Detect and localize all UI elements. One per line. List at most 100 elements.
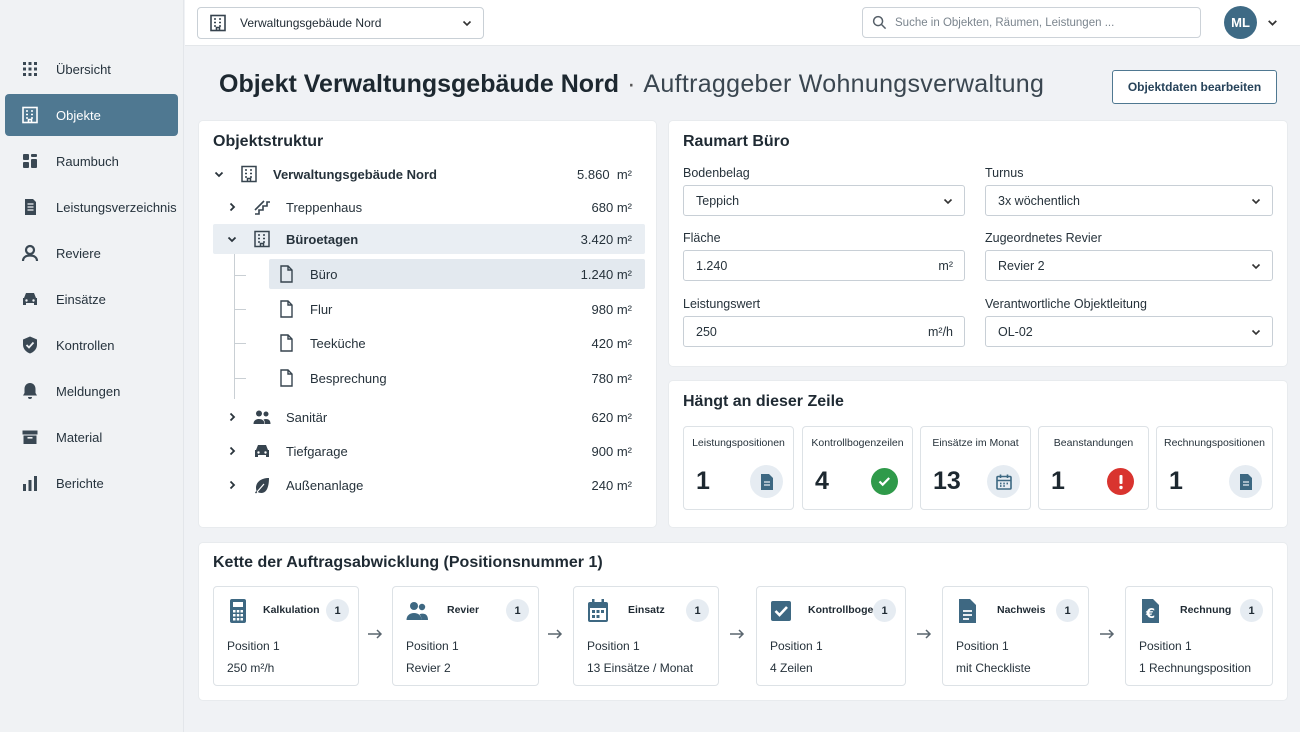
tree-row-label: Büro xyxy=(310,266,338,282)
object-select-value: Verwaltungsgebäude Nord xyxy=(240,16,382,30)
stairs-icon xyxy=(254,200,270,215)
tree-row[interactable]: Außenanlage 240 m² xyxy=(226,470,645,500)
stat-card[interactable]: Leistungspositionen 1 xyxy=(683,426,794,510)
search-input[interactable]: Suche in Objekten, Räumen, Leistungen ..… xyxy=(862,7,1201,38)
stat-card[interactable]: Beanstandungen 1 xyxy=(1038,426,1149,510)
chain-step[interactable]: Revier 1 Position 1 Revier 2 xyxy=(392,586,539,686)
people-icon xyxy=(406,602,428,620)
page-title-client: Auftraggeber Wohnungsverwaltung xyxy=(643,70,1045,98)
chain-step-name: Kalkulation xyxy=(263,604,320,616)
tree-row-label: Teeküche xyxy=(310,335,366,351)
page-title-name: Verwaltungsgebäude Nord xyxy=(303,70,620,98)
chain-step[interactable]: Kalkulation 1 Position 1 250 m²/h xyxy=(213,586,359,686)
document-icon xyxy=(280,369,293,387)
floor-value: Teppich xyxy=(696,193,740,208)
document-icon xyxy=(280,265,293,283)
sidebar-item-material[interactable]: Material xyxy=(5,416,178,458)
manager-value: OL-02 xyxy=(998,324,1033,339)
arrow-right-icon xyxy=(1100,629,1115,639)
sidebar-item-leistungsverzeichnis[interactable]: Leistungsverzeichnis xyxy=(5,186,178,228)
tree-guide-line xyxy=(234,343,246,344)
building-icon xyxy=(210,14,226,32)
chain-step[interactable]: Nachweis 1 Position 1 mit Checkliste xyxy=(942,586,1089,686)
calendar-icon xyxy=(588,599,608,622)
page-title: Objekt Verwaltungsgebäude Nord · Auftragge… xyxy=(219,70,1044,99)
chevron-right-icon[interactable] xyxy=(226,445,238,457)
person-icon xyxy=(21,244,39,262)
chain-step[interactable]: € Rechnung 1 Position 1 1 Rechnungsposit… xyxy=(1125,586,1273,686)
chain-step[interactable]: Einsatz 1 Position 1 13 Einsätze / Monat xyxy=(573,586,719,686)
chain-step[interactable]: Kontrollbogen 1 Position 1 4 Zeilen xyxy=(756,586,906,686)
sidebar-item-kontrollen[interactable]: Kontrollen xyxy=(5,324,178,366)
chain-step-name: Rechnung xyxy=(1180,604,1232,616)
chevron-down-icon xyxy=(943,198,953,205)
document-icon xyxy=(1229,465,1262,498)
tree-row-area: 5.860 m² xyxy=(577,166,632,182)
people-icon xyxy=(253,410,271,424)
checklist-icon xyxy=(25,199,36,215)
object-select[interactable]: Verwaltungsgebäude Nord xyxy=(197,7,484,39)
euro-document-icon: € xyxy=(1142,599,1159,623)
tree-row-area: 3.420 m² xyxy=(580,231,632,247)
tree-row-area: 620 m² xyxy=(591,409,633,425)
chevron-right-icon[interactable] xyxy=(226,201,238,213)
sidebar-item-label: Einsätze xyxy=(56,291,106,307)
tree-row-area: 240 m² xyxy=(591,477,633,493)
stat-label: Kontrollbogenzeilen xyxy=(811,437,904,449)
tree-row[interactable]: Büroetagen 3.420 m² xyxy=(213,224,645,254)
area-input[interactable]: 1.240 m² xyxy=(683,250,965,281)
district-label: Zugeordnetes Revier xyxy=(985,231,1102,245)
cycle-select[interactable]: 3x wöchentlich xyxy=(985,185,1273,216)
tree-row[interactable]: Sanitär 620 m² xyxy=(226,402,645,432)
tree-row-label: Sanitär xyxy=(286,409,328,425)
tree-row[interactable]: Besprechung 780 m² xyxy=(269,363,645,393)
chain-step-position: Position 1 xyxy=(770,639,823,653)
district-select[interactable]: Revier 2 xyxy=(985,250,1273,281)
sidebar-item-meldungen[interactable]: Meldungen xyxy=(5,370,178,412)
tree-row[interactable]: Teeküche 420 m² xyxy=(269,328,645,358)
page-title-prefix: Objekt xyxy=(219,70,297,98)
area-label: Fläche xyxy=(683,231,721,245)
chevron-down-icon[interactable] xyxy=(1266,16,1279,29)
floor-select[interactable]: Teppich xyxy=(683,185,965,216)
stat-card[interactable]: Kontrollbogenzeilen 4 xyxy=(802,426,913,510)
topbar: Verwaltungsgebäude Nord Suche in Objekte… xyxy=(185,0,1300,46)
tree-row[interactable]: Flur 980 m² xyxy=(269,294,645,324)
sidebar-item-raumbuch[interactable]: Raumbuch xyxy=(5,140,178,182)
chain-step-detail: 4 Zeilen xyxy=(770,661,813,675)
chain-step-detail: 1 Rechnungsposition xyxy=(1139,661,1252,675)
rate-input[interactable]: 250 m²/h xyxy=(683,316,965,347)
chain-step-count: 1 xyxy=(1240,599,1263,622)
chevron-down-icon[interactable] xyxy=(226,233,238,245)
chevron-down-icon[interactable] xyxy=(213,168,225,180)
sidebar-item-berichte[interactable]: Berichte xyxy=(5,462,178,504)
sidebar-item-uebersicht[interactable]: Übersicht xyxy=(5,48,178,90)
tree-row[interactable]: Büro 1.240 m² xyxy=(269,259,645,289)
search-placeholder: Suche in Objekten, Räumen, Leistungen ..… xyxy=(895,16,1115,29)
edit-object-button[interactable]: Objektdaten bearbeiten xyxy=(1112,70,1277,104)
stat-value: 1 xyxy=(1169,467,1183,495)
tree-row-area: 900 m² xyxy=(591,443,633,459)
sidebar-item-objekte[interactable]: Objekte xyxy=(5,94,178,136)
chain-step-count: 1 xyxy=(326,599,349,622)
checkbox-icon xyxy=(771,601,791,621)
sidebar-item-reviere[interactable]: Reviere xyxy=(5,232,178,274)
chevron-right-icon[interactable] xyxy=(226,479,238,491)
avatar[interactable]: ML xyxy=(1224,6,1257,39)
sidebar-item-einsaetze[interactable]: Einsätze xyxy=(5,278,178,320)
tree-row[interactable]: Tiefgarage 900 m² xyxy=(226,436,645,466)
bar-chart-icon xyxy=(23,476,37,491)
stat-card[interactable]: Rechnungspositionen 1 xyxy=(1156,426,1273,510)
chain-step-name: Nachweis xyxy=(997,604,1046,616)
calendar-icon xyxy=(987,465,1020,498)
tree-row[interactable]: Treppenhaus 680 m² xyxy=(226,192,645,222)
cycle-label: Turnus xyxy=(985,166,1024,180)
stat-card[interactable]: Einsätze im Monat 13 xyxy=(920,426,1031,510)
box-icon xyxy=(22,430,38,444)
stat-value: 1 xyxy=(1051,467,1065,495)
tree-row[interactable]: Verwaltungsgebäude Nord 5.860 m² xyxy=(213,159,645,189)
manager-select[interactable]: OL-02 xyxy=(985,316,1273,347)
chain-card: Kette der Auftragsabwicklung (Positionsn… xyxy=(199,543,1287,700)
bell-icon xyxy=(23,383,37,399)
chevron-right-icon[interactable] xyxy=(226,411,238,423)
